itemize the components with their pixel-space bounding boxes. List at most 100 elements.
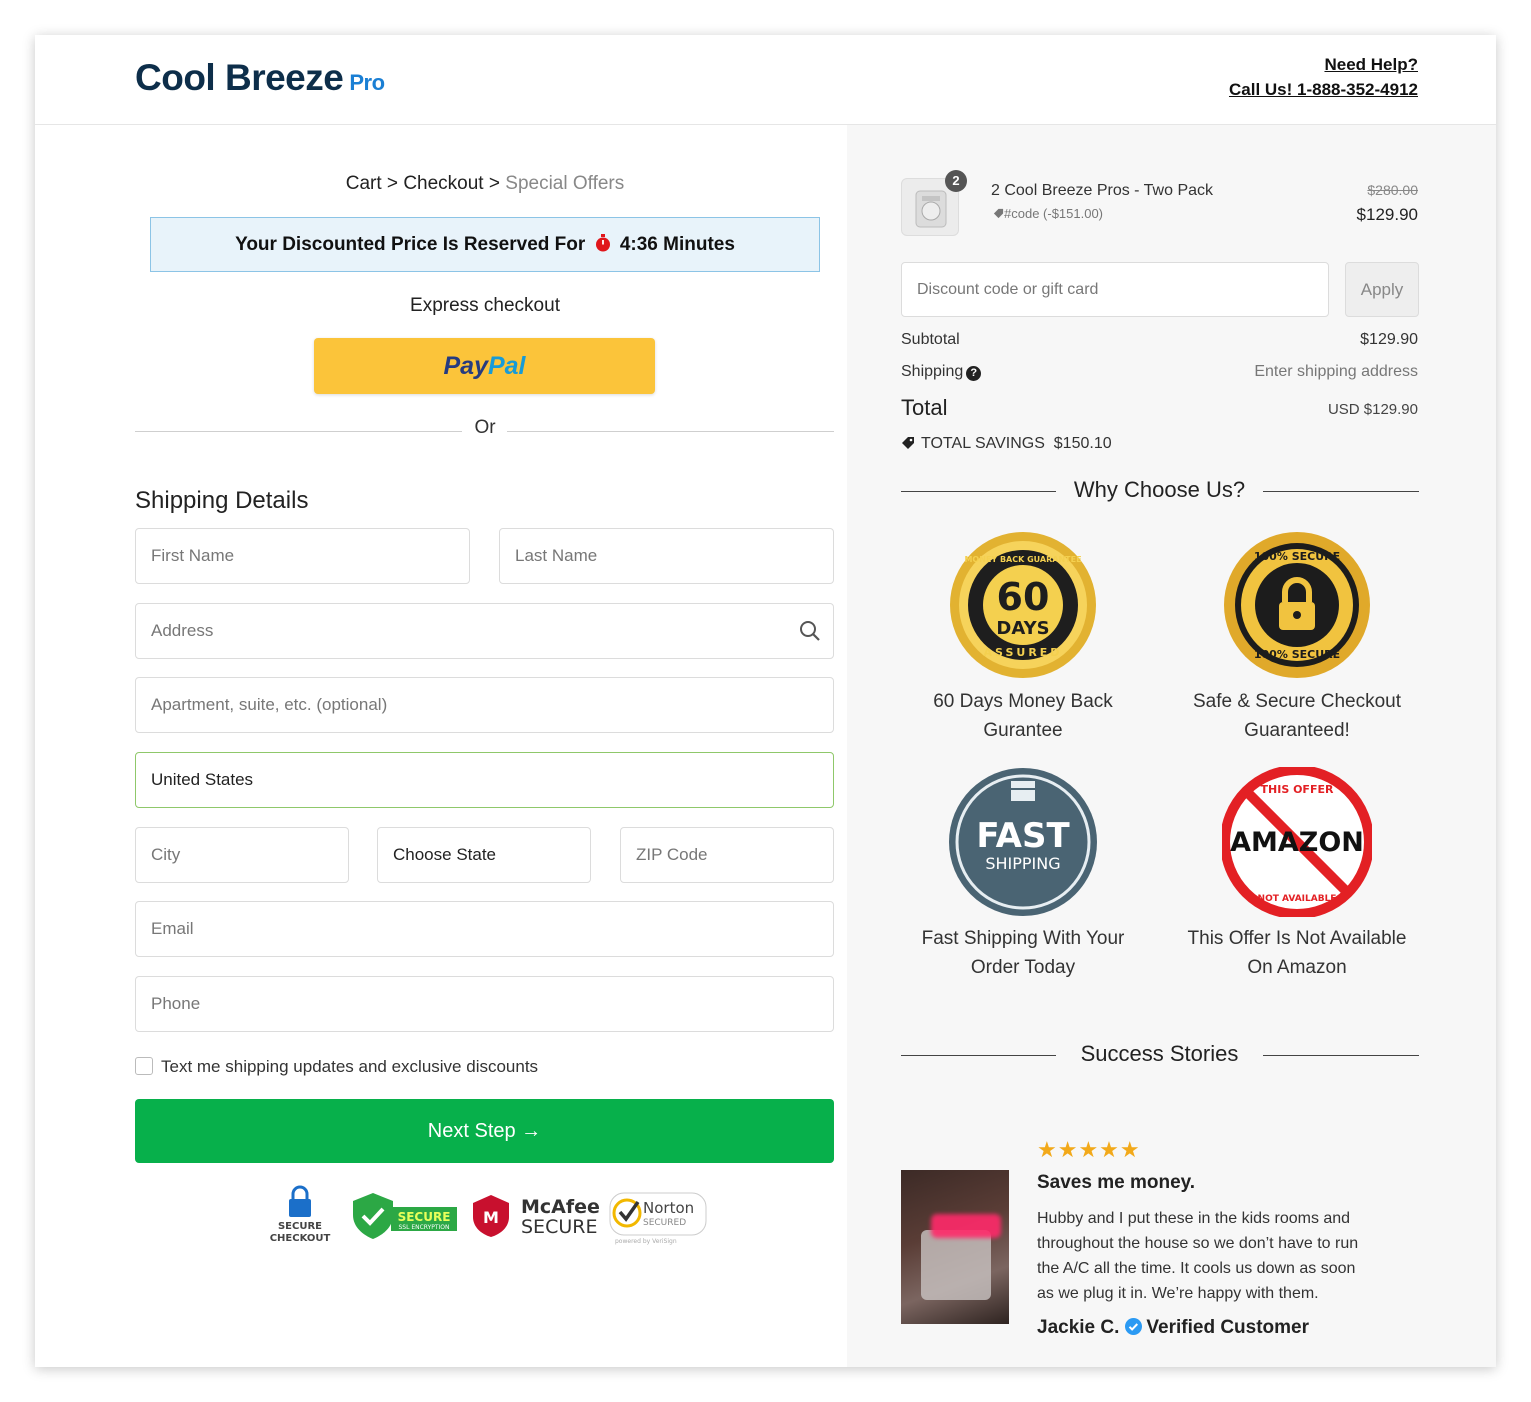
svg-text:M: M	[483, 1208, 499, 1227]
shipping-label-row: Shipping?	[901, 363, 982, 381]
or-divider-text: Or	[474, 417, 496, 438]
phone-input[interactable]: Phone	[135, 976, 834, 1032]
secure-checkout-badge: SECURE CHECKOUT	[270, 1185, 331, 1244]
last-name-input[interactable]: Last Name	[499, 528, 834, 584]
order-summary-column: 2 2 Cool Breeze Pros - Two Pack #code (-…	[847, 125, 1496, 1367]
why-divider-right	[1263, 491, 1419, 492]
sms-checkbox[interactable]	[135, 1057, 153, 1075]
review-author: Jackie C. Verified Customer	[1037, 1317, 1309, 1339]
sms-label: Text me shipping updates and exclusive d…	[161, 1057, 539, 1076]
paypal-logo-pay: Pay	[443, 352, 488, 380]
badge-ring-text: MONEY BACK GUARANTEE	[964, 555, 1081, 564]
mcafee-secure-text: SECURE	[521, 1216, 597, 1238]
paypal-button[interactable]: PayPal	[314, 338, 655, 394]
feature-not-on-amazon: This Offer Is Not Available On Amazon	[1172, 924, 1422, 982]
fast-text: FAST	[976, 816, 1070, 856]
breadcrumb-special-offers: Special Offers	[505, 173, 625, 194]
apartment-input[interactable]: Apartment, suite, etc. (optional)	[135, 677, 834, 733]
shipping-text: SHIPPING	[985, 854, 1060, 873]
feature-amazon-line2: On Amazon	[1247, 957, 1347, 978]
feature-money-back-line2: Gurantee	[983, 720, 1063, 741]
badge-60-text: 60	[997, 575, 1050, 619]
feature-shipping-line1: Fast Shipping With Your	[921, 928, 1125, 949]
logo-suffix: Pro	[349, 70, 385, 95]
search-icon[interactable]	[799, 620, 821, 642]
express-checkout-title: Express checkout	[410, 295, 560, 316]
help-question-icon[interactable]: ?	[966, 366, 982, 381]
seal-bottom-text: 100% SECURE	[1254, 648, 1340, 661]
call-us-link[interactable]: Call Us! 1-888-352-4912	[1229, 77, 1418, 102]
money-back-guarantee-badge: 60 DAYS MONEY BACK GUARANTEE ASSURED	[950, 532, 1096, 678]
verified-check-icon	[1125, 1318, 1143, 1335]
svg-text:CHECKOUT: CHECKOUT	[270, 1233, 331, 1244]
review-photo	[901, 1170, 1009, 1324]
feature-secure-line2: Guaranteed!	[1244, 720, 1350, 741]
why-choose-us-title: Why Choose Us?	[1073, 477, 1246, 502]
apply-discount-button[interactable]: Apply	[1345, 262, 1419, 317]
this-offer-text: THIS OFFER	[1261, 783, 1334, 796]
feature-amazon-line1: This Offer Is Not Available	[1187, 928, 1407, 949]
review-body: Hubby and I put these in the kids rooms …	[1037, 1206, 1407, 1306]
badge-assured-text: ASSURED	[984, 646, 1063, 659]
divider-left	[135, 431, 462, 432]
amazon-text: AMAZON	[1230, 827, 1364, 858]
address-input[interactable]: Address	[135, 603, 834, 659]
email-input[interactable]: Email	[135, 901, 834, 957]
tag-icon	[993, 208, 1004, 219]
ssl-secure-badge: SECURE SSL ENCRYPTION	[353, 1193, 457, 1239]
address-placeholder: Address	[151, 621, 214, 640]
svg-text:SECURE: SECURE	[278, 1221, 322, 1232]
review-line: throughout the house so we don’t have to…	[1037, 1235, 1359, 1252]
stories-divider-right	[1263, 1055, 1419, 1056]
secure-checkout-seal: 100% SECURE 100% SECURE	[1224, 532, 1370, 678]
norton-verisign-text: powered by VeriSign	[615, 1238, 677, 1245]
shipping-details-title: Shipping Details	[135, 487, 309, 514]
not-on-amazon-badge: AMAZON THIS OFFER NOT AVAILABLE	[1222, 767, 1372, 917]
savings-tag-icon	[902, 437, 914, 449]
first-name-input[interactable]: First Name	[135, 528, 470, 584]
fast-shipping-badge: FAST SHIPPING	[949, 768, 1097, 916]
zip-input[interactable]: ZIP Code	[620, 827, 834, 883]
header: Cool Breeze Pro Need Help? Call Us! 1-888…	[35, 35, 1496, 125]
state-select[interactable]: Choose State	[377, 827, 591, 883]
ssl-encryption-text: SSL ENCRYPTION	[398, 1224, 449, 1231]
review-stars: ★★★★★	[1037, 1137, 1141, 1162]
feature-shipping-line2: Order Today	[970, 957, 1076, 978]
feature-secure-checkout: Safe & Secure Checkout Guaranteed!	[1182, 687, 1412, 745]
trust-badges: SECURE CHECKOUT SECURE SSL ENCRYPTION M …	[270, 1185, 707, 1245]
discount-code-input[interactable]: Discount code or gift card	[901, 262, 1329, 317]
breadcrumb: Cart > Checkout > Special Offers	[35, 173, 935, 195]
subtotal-label: Subtotal	[901, 331, 960, 348]
total-value: USD $129.90	[1327, 401, 1418, 418]
savings-value: $150.10	[1053, 435, 1112, 452]
mcafee-badge: M McAfee SECURE	[473, 1195, 600, 1238]
checkout-form-column: Cart > Checkout > Special Offers Your Di…	[35, 125, 847, 1367]
discount-code-text: #code (-$151.00)	[1004, 206, 1104, 221]
sms-optin: Text me shipping updates and exclusive d…	[135, 1057, 538, 1077]
shipping-value: Enter shipping address	[1254, 363, 1418, 380]
need-help-link[interactable]: Need Help?	[1229, 52, 1418, 77]
success-stories-title: Success Stories	[1080, 1041, 1239, 1066]
total-label: Total	[901, 395, 948, 420]
norton-secured-text: SECURED	[643, 1218, 686, 1228]
checkout-page: Cool Breeze Pro Need Help? Call Us! 1-888…	[35, 35, 1496, 1367]
review-title: Saves me money.	[1037, 1172, 1196, 1193]
logo[interactable]: Cool Breeze Pro	[135, 57, 385, 99]
divider-right	[507, 431, 834, 432]
norton-badge: Norton SECURED powered by VeriSign	[609, 1192, 707, 1245]
original-price: $280.00	[1367, 182, 1418, 198]
not-available-text: NOT AVAILABLE	[1258, 894, 1337, 904]
help-contact: Need Help? Call Us! 1-888-352-4912	[1229, 52, 1418, 102]
feature-secure-line1: Safe & Secure Checkout	[1192, 691, 1402, 712]
total-savings: TOTAL SAVINGS $150.10	[901, 435, 1112, 453]
breadcrumb-separator: >	[386, 173, 399, 194]
review-line: Hubby and I put these in the kids rooms …	[1037, 1210, 1351, 1227]
breadcrumb-cart[interactable]: Cart	[346, 173, 382, 194]
country-select[interactable]: United States	[135, 752, 834, 808]
city-input[interactable]: City	[135, 827, 349, 883]
breadcrumb-checkout[interactable]: Checkout	[403, 173, 483, 194]
next-step-button[interactable]: Next Step →	[135, 1099, 834, 1163]
verified-customer-label: Verified Customer	[1146, 1317, 1310, 1338]
shipping-label: Shipping	[901, 363, 964, 380]
paypal-logo-pal: Pal	[487, 352, 526, 380]
